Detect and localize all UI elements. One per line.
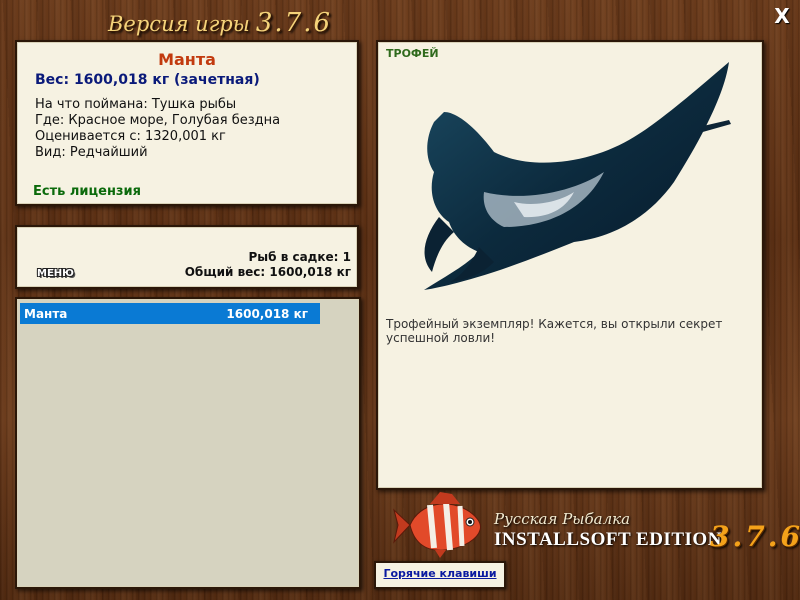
keepnet-count: Рыб в садке: 1 [248, 250, 352, 264]
red-fish-icon [393, 492, 481, 558]
rarity-info: Вид: Редчайший [35, 145, 148, 160]
logo-edition: INSTALLSOFT EDITION [494, 529, 722, 550]
catch-list-panel[interactable]: Манта 1600,018 кг [15, 297, 361, 589]
fish-name: Манта [158, 50, 216, 69]
title-version: 3.7.6 [255, 8, 333, 38]
list-item-weight: 1600,018 кг [226, 307, 308, 321]
location-info: Где: Красное море, Голубая бездна [35, 113, 281, 128]
fish-info-panel: Манта Вес: 1600,018 кг (зачетная) На что… [15, 40, 359, 206]
trophy-panel: ТРОФЕЙ Трофейный экземпляр! Кажется, вы … [376, 40, 764, 490]
menu-button[interactable]: МЕНЮ [37, 268, 74, 279]
license-status: Есть лицензия [33, 184, 141, 199]
keepnet-total-weight: Общий вес: 1600,018 кг [184, 265, 351, 279]
list-item-name: Манта [24, 307, 68, 321]
fish-weight: Вес: 1600,018 кг (зачетная) [35, 72, 260, 88]
keepnet-summary-panel: МЕНЮ Рыб в садке: 1 Общий вес: 1600,018 … [15, 225, 359, 289]
title-text: Версия игры [108, 12, 250, 36]
bait-info: На что поймана: Тушка рыбы [35, 97, 237, 112]
hotkeys-button[interactable]: Горячие клавиши [374, 561, 506, 589]
manta-ray-icon [424, 62, 731, 290]
logo-version: 3.7.6 [710, 520, 800, 553]
list-item[interactable]: Манта 1600,018 кг [20, 303, 320, 324]
window-title: Версия игры 3.7.6 [108, 8, 332, 38]
close-button[interactable]: X [772, 6, 792, 26]
game-window: Версия игры 3.7.6 X Манта Вес: 1600,018 к… [0, 0, 800, 600]
close-icon: X [774, 4, 790, 28]
trophy-description: Трофейный экземпляр! Кажется, вы открыли… [386, 317, 723, 345]
logo-title: Русская Рыбалка [494, 510, 631, 528]
valuation-info: Оценивается с: 1320,001 кг [35, 129, 226, 144]
